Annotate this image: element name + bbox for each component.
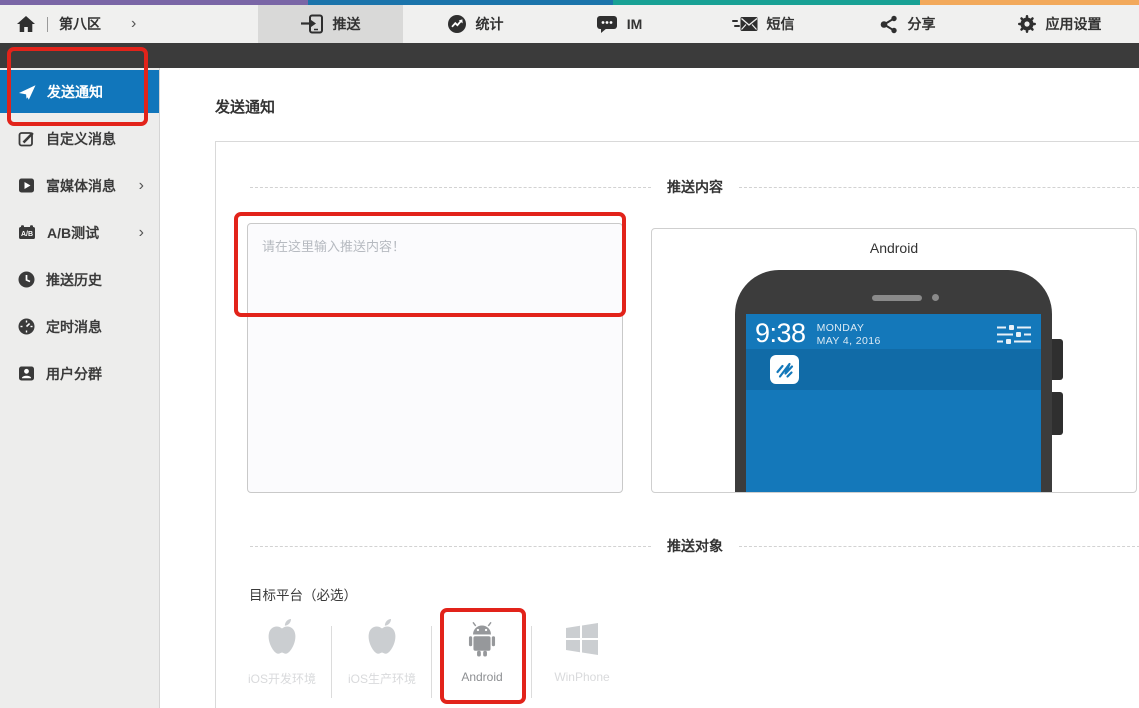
app-name: 第八区 [59, 14, 101, 34]
chevron-right-icon: › [131, 16, 136, 32]
tab-push[interactable]: 推送 [258, 5, 403, 43]
platform-label: iOS开发环境 [248, 670, 316, 687]
chevron-right-icon: › [139, 224, 144, 242]
push-icon [301, 14, 324, 34]
push-form-panel: 推送内容 Android 9:38 MONDAY MAY 4, 2016 [215, 141, 1139, 708]
app-logo-icon [770, 355, 799, 384]
sidebar-item-send-notification[interactable]: 发送通知 [0, 70, 159, 113]
jpush-logo [774, 359, 795, 380]
sidebar-item-label: 发送通知 [47, 82, 103, 102]
sidebar-item-custom-message[interactable]: 自定义消息 [0, 117, 159, 160]
preview-platform-title: Android [652, 240, 1136, 256]
lockscreen-status: 9:38 MONDAY MAY 4, 2016 [746, 314, 1041, 348]
sidebar-item-label: 富媒体消息 [46, 176, 116, 196]
apple-icon [263, 610, 301, 668]
sidebar-item-label: 推送历史 [46, 270, 102, 290]
chevron-right-icon: › [139, 177, 144, 195]
share-icon [879, 14, 899, 35]
phone-side-button [1052, 392, 1063, 435]
page-title: 发送通知 [215, 96, 275, 117]
app-selector[interactable]: 第八区 › [0, 5, 258, 43]
platform-separator [431, 626, 432, 698]
tab-stats[interactable]: 统计 [403, 5, 547, 43]
sidebar-item-user-segments[interactable]: 用户分群 [0, 352, 159, 395]
push-content-input[interactable] [247, 223, 623, 493]
platform-options: iOS开发环境 iOS生产环境 [232, 610, 632, 698]
sidebar-item-rich-media[interactable]: 富媒体消息 › [0, 164, 159, 207]
section-divider-target: 推送对象 [250, 536, 1139, 556]
platform-ios-prod[interactable]: iOS生产环境 [332, 610, 432, 698]
dashed-line [739, 187, 1139, 188]
lockscreen-weekday: MONDAY [817, 322, 865, 334]
tab-sms[interactable]: 短信 [691, 5, 835, 43]
android-icon [464, 610, 500, 668]
play-media-icon [18, 177, 35, 194]
home-icon [16, 15, 36, 33]
secondary-bar [0, 43, 1139, 68]
platform-android[interactable]: Android [432, 610, 532, 698]
send-plane-icon [18, 83, 36, 101]
lockscreen-date: MONDAY MAY 4, 2016 [817, 322, 881, 348]
im-chat-icon [596, 14, 618, 34]
sidebar-item-push-history[interactable]: 推送历史 [0, 258, 159, 301]
top-nav: 第八区 › 推送 统计 [0, 5, 1139, 43]
edit-icon [18, 130, 35, 147]
clock-history-icon [18, 271, 35, 288]
tab-share[interactable]: 分享 [835, 5, 979, 43]
ab-badge-text: A/B [21, 231, 33, 238]
platform-label: Android [461, 670, 502, 684]
lockscreen-time: 9:38 [755, 319, 806, 348]
android-preview-card: Android 9:38 MONDAY MAY 4, 2016 [651, 228, 1137, 493]
notification-row [746, 349, 1041, 390]
tab-app-settings[interactable]: 应用设置 [979, 5, 1139, 43]
platform-label: WinPhone [554, 670, 609, 684]
tab-label: 短信 [767, 14, 795, 34]
platform-ios-dev[interactable]: iOS开发环境 [232, 610, 332, 698]
ab-test-icon: A/B [18, 224, 36, 241]
phone-camera-dot [932, 294, 939, 301]
lockscreen-day: MAY 4, 2016 [817, 335, 881, 347]
tab-im[interactable]: IM [547, 5, 691, 43]
target-platform-label: 目标平台（必选） [249, 584, 357, 604]
sms-icon [732, 14, 758, 34]
platform-winphone[interactable]: WinPhone [532, 610, 632, 698]
dashed-line [250, 187, 651, 188]
phone-speaker [872, 295, 922, 301]
sidebar: 发送通知 自定义消息 富媒体消息 › A/B A/B测试 [0, 68, 160, 708]
section-label-push-content: 推送内容 [667, 177, 723, 197]
platform-label: iOS生产环境 [348, 670, 416, 687]
tab-label: 统计 [476, 14, 504, 34]
sidebar-item-scheduled-message[interactable]: 定时消息 [0, 305, 159, 348]
platform-separator [331, 626, 332, 698]
tab-label: IM [627, 16, 643, 32]
gear-icon [1017, 14, 1037, 34]
timer-icon [18, 318, 35, 335]
section-divider-content: 推送内容 [250, 177, 1139, 197]
stats-icon [447, 14, 467, 34]
sidebar-item-label: 自定义消息 [46, 129, 116, 149]
sidebar-item-ab-test[interactable]: A/B A/B测试 › [0, 211, 159, 254]
sidebar-item-label: A/B测试 [47, 223, 99, 243]
phone-side-button [1052, 339, 1063, 380]
app-window: 第八区 › 推送 统计 [0, 0, 1139, 708]
phone-screen: 9:38 MONDAY MAY 4, 2016 [746, 314, 1041, 493]
section-label-push-target: 推送对象 [667, 536, 723, 556]
sliders-icon [997, 325, 1031, 345]
dashed-line [739, 546, 1139, 547]
phone-mockup: 9:38 MONDAY MAY 4, 2016 [735, 270, 1052, 493]
sidebar-item-label: 定时消息 [46, 317, 102, 337]
tab-label: 应用设置 [1046, 14, 1102, 34]
tab-label: 推送 [333, 14, 361, 34]
user-group-icon [18, 365, 35, 382]
tab-label: 分享 [908, 14, 936, 34]
vertical-divider [47, 17, 48, 32]
sidebar-item-label: 用户分群 [46, 364, 102, 384]
windows-icon [564, 610, 600, 668]
dashed-line [250, 546, 651, 547]
apple-icon [363, 610, 401, 668]
platform-separator [531, 626, 532, 698]
